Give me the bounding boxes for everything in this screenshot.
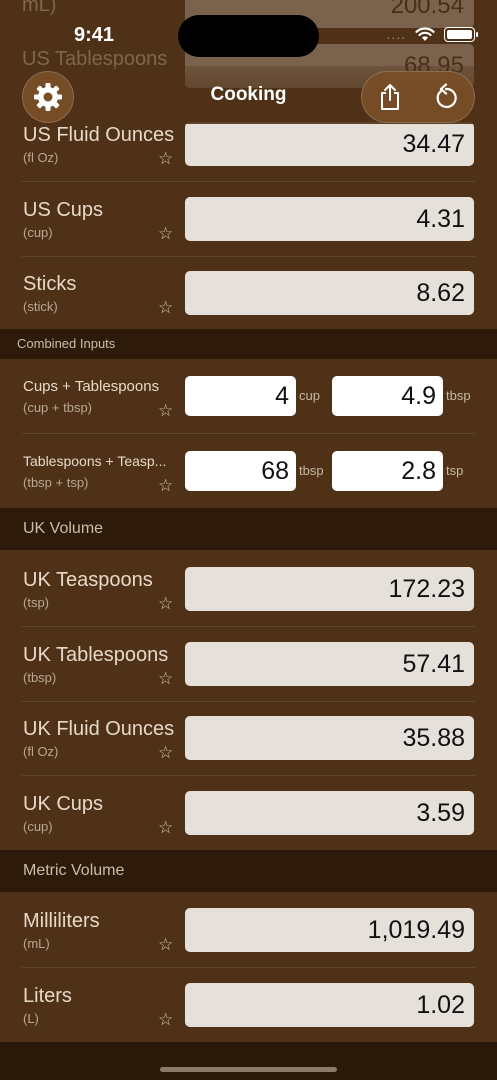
row-label: US Cups xyxy=(23,199,104,221)
row-sticks: Sticks (stick) ☆ 8.62 xyxy=(0,256,497,331)
tsp-unit-label: tsp xyxy=(446,463,464,478)
value-field[interactable]: 1.02 xyxy=(185,983,474,1027)
value-field[interactable]: 57.41 xyxy=(185,642,474,686)
row-uk-tablespoons: UK Tablespoons (tbsp) ☆ 57.41 xyxy=(0,627,497,702)
row-unit: (cup) xyxy=(23,225,53,240)
section-header-combined: Combined Inputs xyxy=(0,329,497,359)
row-unit: (stick) xyxy=(23,299,58,314)
section-header-uk: UK Volume xyxy=(0,508,497,550)
value-field[interactable]: 3.59 xyxy=(185,791,474,835)
row-label: UK Teaspoons xyxy=(23,569,153,591)
row-unit: (tbsp + tsp) xyxy=(23,475,89,490)
bottom-bar xyxy=(0,1042,497,1080)
row-unit: (cup + tbsp) xyxy=(23,400,93,415)
favorite-star-icon[interactable]: ☆ xyxy=(158,476,173,496)
tsp-input[interactable]: 2.8 xyxy=(332,451,443,491)
row-uk-cups: UK Cups (cup) ☆ 3.59 xyxy=(0,776,497,851)
favorite-star-icon[interactable]: ☆ xyxy=(158,1010,173,1030)
row-label: UK Tablespoons xyxy=(23,644,169,666)
value-field[interactable]: 34.47 xyxy=(185,122,474,166)
share-button[interactable] xyxy=(370,77,410,117)
value-field[interactable]: 1,019.49 xyxy=(185,908,474,952)
section-header-metric: Metric Volume xyxy=(0,850,497,892)
tbsp-unit-label: tbsp xyxy=(299,463,324,478)
favorite-star-icon[interactable]: ☆ xyxy=(158,401,173,421)
favorite-star-icon[interactable]: ☆ xyxy=(158,743,173,763)
row-unit: (L) xyxy=(23,1011,39,1026)
favorite-star-icon[interactable]: ☆ xyxy=(158,298,173,318)
row-unit: (fl Oz) xyxy=(23,744,59,759)
tbsp-input[interactable]: 4.9 xyxy=(332,376,443,416)
favorite-star-icon[interactable]: ☆ xyxy=(158,818,173,838)
row-label: Cups + Tablespoons xyxy=(23,378,160,395)
row-milliliters: Milliliters (mL) ☆ 1,019.49 xyxy=(0,893,497,968)
nav-actions xyxy=(361,71,475,123)
row-unit: (tbsp) xyxy=(23,670,57,685)
home-indicator[interactable] xyxy=(160,1067,337,1072)
row-label: UK Cups xyxy=(23,793,104,815)
row-label: Liters xyxy=(23,985,72,1007)
row-us-cups: US Cups (cup) ☆ 4.31 xyxy=(0,182,497,257)
row-uk-fluid-ounces: UK Fluid Ounces (fl Oz) ☆ 35.88 xyxy=(0,701,497,776)
reset-icon xyxy=(436,83,457,109)
favorite-star-icon[interactable]: ☆ xyxy=(158,224,173,244)
favorite-star-icon[interactable]: ☆ xyxy=(158,935,173,955)
row-tablespoons-teaspoons: Tablespoons + Teasp... (tbsp + tsp) ☆ 68… xyxy=(0,434,497,509)
value-field[interactable]: 4.31 xyxy=(185,197,474,241)
row-unit: (tsp) xyxy=(23,595,49,610)
tbsp-input[interactable]: 68 xyxy=(185,451,296,491)
row-label: Tablespoons + Teasp... xyxy=(23,453,167,469)
row-uk-teaspoons: UK Teaspoons (tsp) ☆ 172.23 xyxy=(0,552,497,627)
signal-dots-icon: .... xyxy=(386,26,406,42)
cup-unit-label: cup xyxy=(299,388,320,403)
favorite-star-icon[interactable]: ☆ xyxy=(158,149,173,169)
value-field[interactable]: 8.62 xyxy=(185,271,474,315)
favorite-star-icon[interactable]: ☆ xyxy=(158,594,173,614)
nav-bar: Cooking xyxy=(0,66,497,124)
row-liters: Liters (L) ☆ 1.02 xyxy=(0,968,497,1043)
value-field[interactable]: 172.23 xyxy=(185,567,474,611)
row-label: UK Fluid Ounces xyxy=(23,718,175,740)
cup-input[interactable]: 4 xyxy=(185,376,296,416)
row-unit: (mL) xyxy=(23,936,50,951)
row-label: Sticks xyxy=(23,273,77,295)
share-icon xyxy=(381,84,399,110)
status-icons: .... xyxy=(386,26,478,42)
dynamic-island xyxy=(178,15,319,57)
tbsp-unit-label: tbsp xyxy=(446,388,471,403)
reset-button[interactable] xyxy=(426,77,466,117)
row-cups-tablespoons: Cups + Tablespoons (cup + tbsp) ☆ 4 cup … xyxy=(0,359,497,434)
row-unit: (fl Oz) xyxy=(23,150,59,165)
row-unit: (cup) xyxy=(23,819,53,834)
status-bar: 9:41 .... xyxy=(0,0,497,70)
wifi-icon xyxy=(415,26,435,41)
status-time: 9:41 xyxy=(74,24,115,46)
favorite-star-icon[interactable]: ☆ xyxy=(158,669,173,689)
value-field[interactable]: 35.88 xyxy=(185,716,474,760)
row-label: Milliliters xyxy=(23,910,100,932)
row-label: US Fluid Ounces xyxy=(23,124,175,146)
battery-icon xyxy=(444,26,478,42)
